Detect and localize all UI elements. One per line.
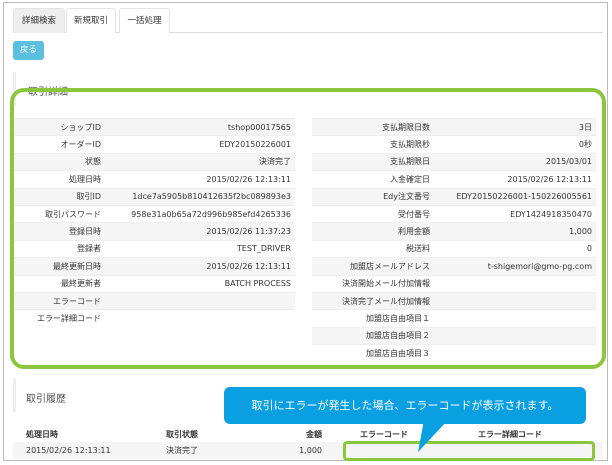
callout-tooltip: 取引にエラーが発生した場合、エラーコードが表示されます。 <box>224 387 586 424</box>
callout-tail-shape <box>418 420 448 452</box>
